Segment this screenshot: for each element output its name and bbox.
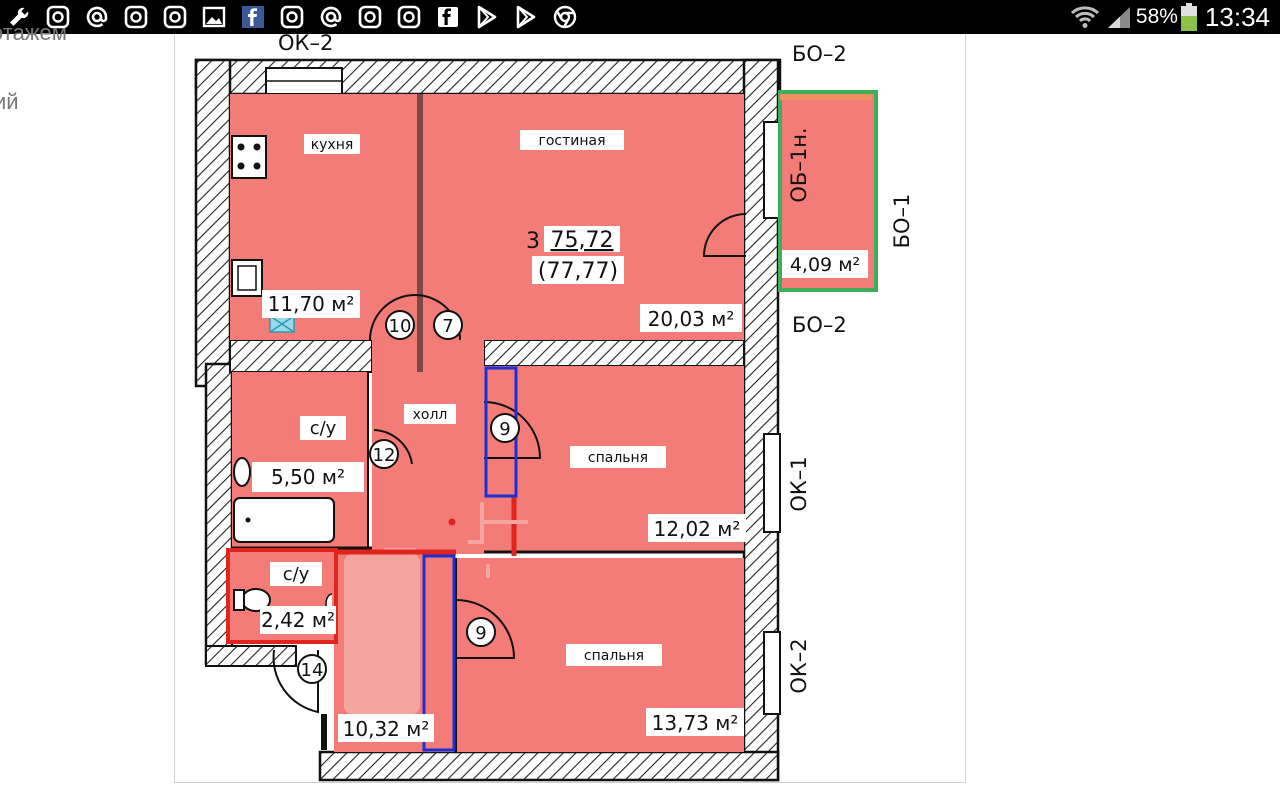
window-label: ОБ–1н. — [787, 127, 811, 202]
window-label: ОК–2 — [278, 34, 333, 55]
floor-plan-image[interactable]: 10 7 12 9 9 14 ОК–2 БО–2 БО–2 БО–1 ОБ–1н… — [174, 34, 964, 782]
battery-percent: 58% — [1135, 5, 1178, 28]
svg-text:10: 10 — [389, 316, 412, 337]
background-text: ий — [0, 89, 19, 114]
door-marker-bedroom1: 9 — [490, 413, 520, 443]
room-area: 13,73 м² — [652, 711, 739, 735]
window-label: БО–2 — [792, 313, 847, 337]
instagram-icon — [396, 4, 422, 30]
instagram-icon — [279, 4, 305, 30]
apartment-rooms: 3 — [526, 229, 540, 254]
window-label: ОК–1 — [787, 456, 811, 511]
svg-text:9: 9 — [499, 419, 510, 440]
background-text: этажем — [0, 20, 67, 45]
at-sign-icon — [84, 4, 110, 30]
instagram-icon — [357, 4, 383, 30]
room-name: кухня — [311, 137, 354, 153]
room-area: 2,42 м² — [261, 608, 335, 632]
instagram-icon — [162, 4, 188, 30]
room-name: с/у — [283, 564, 310, 585]
window-label: БО–1 — [890, 194, 914, 249]
door-marker-bedroom2: 9 — [466, 617, 496, 647]
apartment-area: 75,72 — [551, 228, 614, 253]
stove-icon — [231, 135, 267, 179]
door-marker-living: 7 — [433, 310, 463, 340]
status-bar: 58% 13:34 — [0, 0, 1280, 34]
chrome-icon — [552, 4, 578, 30]
room-name: спальня — [588, 450, 648, 466]
apartment-total-area: (77,77) — [538, 259, 618, 284]
room-name: холл — [413, 407, 448, 423]
hall-light-area — [344, 554, 420, 714]
window-label: БО–2 — [792, 42, 847, 66]
door-marker-kitchen: 10 — [385, 310, 415, 340]
room-name: с/у — [310, 418, 337, 439]
room-area: 20,03 м² — [648, 307, 735, 331]
washbasin-icon — [233, 457, 251, 487]
at-sign-icon — [318, 4, 344, 30]
window-label: ОК–2 — [787, 638, 811, 693]
image-icon — [201, 4, 227, 30]
battery-icon — [1180, 3, 1197, 31]
room-area: 4,09 м² — [790, 254, 860, 276]
svg-text:7: 7 — [442, 316, 453, 337]
fb-messenger-icon — [435, 4, 461, 30]
room-area: 12,02 м² — [654, 517, 741, 541]
play-store-icon — [474, 4, 500, 30]
room-area: 11,70 м² — [268, 292, 355, 316]
room-area: 10,32 м² — [343, 717, 430, 741]
wifi-icon — [1070, 4, 1100, 30]
door-marker-entrance: 14 — [297, 654, 327, 684]
svg-text:12: 12 — [373, 445, 396, 466]
clock: 13:34 — [1204, 1, 1270, 32]
instagram-icon — [123, 4, 149, 30]
notification-icons — [6, 3, 591, 31]
room-area: 5,50 м² — [271, 465, 345, 489]
system-status: 58% 13:34 — [1070, 0, 1270, 34]
facebook-icon — [240, 4, 266, 30]
play-store-icon — [513, 4, 539, 30]
door-marker-bathroom: 12 — [369, 439, 399, 469]
svg-text:14: 14 — [301, 660, 324, 681]
room-name: гостиная — [538, 133, 605, 149]
signal-icon — [1106, 5, 1132, 29]
svg-text:9: 9 — [475, 623, 486, 644]
room-name: спальня — [584, 648, 644, 664]
